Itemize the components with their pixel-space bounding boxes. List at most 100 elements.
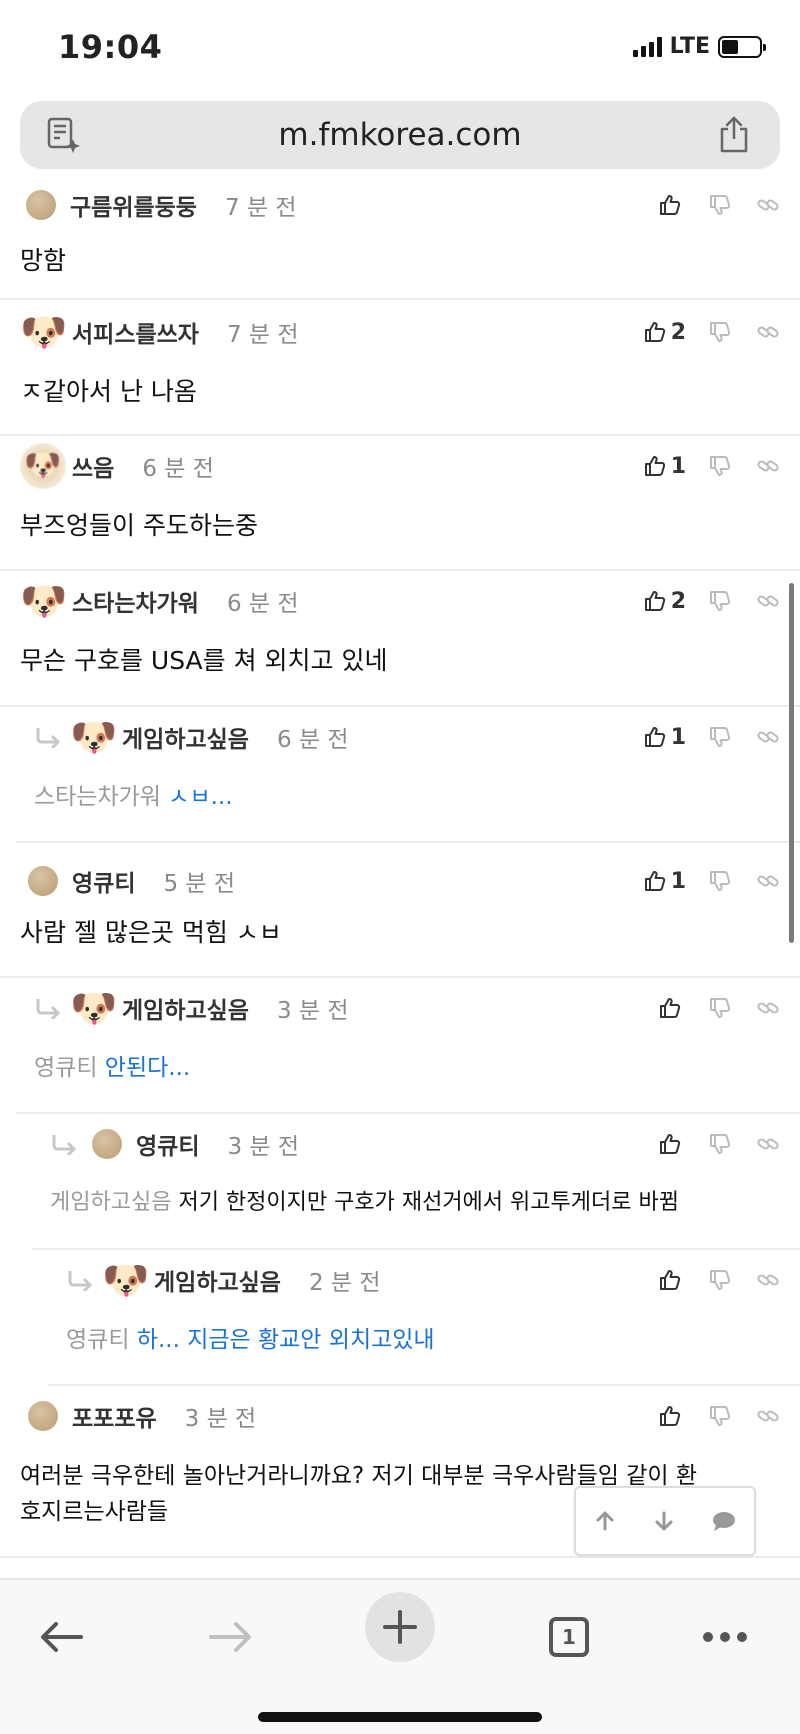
avatar [28,866,58,896]
reply-arrow-icon [36,728,61,748]
like-button[interactable] [658,1132,686,1156]
comment-text: 망함 [20,246,67,275]
link-button[interactable] [756,454,782,478]
comment-header: 🐶 쓰음 6 분 전 [20,443,214,489]
reply-target[interactable]: 게임하고싶음 [50,1190,171,1215]
dislike-button[interactable] [708,193,756,217]
comment-actions [658,988,782,1028]
status-indicators: LTE [632,34,766,59]
comment-time: 6 분 전 [142,456,214,482]
comment-text: 사람 젤 많은곳 먹힘 ㅅㅂ [20,918,282,947]
new-tab-button[interactable] [365,1592,435,1662]
more-button[interactable] [690,1602,760,1672]
thumbs-down-icon [710,871,731,891]
comment-item: 🐶 게임하고싶음 6 분 전 1 스타는차가워 ㅅㅂ... [16,707,800,843]
nickname[interactable]: 서피스를쓰자 [72,315,199,349]
dislike-button[interactable] [708,869,756,893]
reply-target[interactable]: 영큐티 [34,1055,97,1081]
nickname[interactable]: 게임하고싶음 [122,991,249,1025]
reply-target[interactable]: 스타는차가워 [34,784,161,810]
scrollbar[interactable] [789,583,794,943]
reply-arrow-icon [36,999,61,1019]
nickname[interactable]: 게임하고싶음 [122,720,249,754]
address-bar[interactable]: m.fmkorea.com [20,101,780,169]
tabs-button[interactable]: 1 [534,1602,604,1672]
nickname[interactable]: 영큐티 [72,864,135,898]
link-button[interactable] [756,193,782,217]
forward-button[interactable] [196,1602,266,1672]
nickname[interactable]: 스타는차가워 [72,584,199,618]
link-button[interactable] [756,1132,782,1156]
link-button[interactable] [756,725,782,749]
link-icon [757,460,779,472]
link-icon [757,1410,779,1422]
down-arrow-icon[interactable] [652,1509,676,1533]
reply-target[interactable]: 영큐티 [66,1327,129,1353]
comment-time: 6 분 전 [226,591,299,617]
dislike-button[interactable] [708,454,756,478]
link-button[interactable] [756,1404,782,1428]
link-button[interactable] [756,869,782,893]
like-button[interactable] [658,1268,686,1292]
link-button[interactable] [756,1268,782,1292]
comment-link-text[interactable]: ㅅㅂ... [168,784,232,810]
like-button[interactable] [658,996,686,1020]
dislike-button[interactable] [708,725,756,749]
link-button[interactable] [756,320,782,344]
nickname[interactable]: 구름위를둥둥 [70,188,197,222]
comment-text-line1: 여러분 극우한테 놀아난거라니까요? 저기 대부분 극우사람들임 같이 환 [20,1463,698,1489]
comment-icon[interactable] [711,1509,737,1533]
browser-toolbar: 1 [0,1578,800,1734]
like-button[interactable]: 1 [643,454,686,479]
like-button[interactable]: 1 [643,725,686,750]
thumbs-down-icon [710,727,731,747]
comment-link-text[interactable]: 안된다... [105,1055,190,1081]
comment-text: 영큐티 하... 지금은 황교안 외치고있내 [66,1320,435,1354]
thumbs-down-icon [710,998,731,1018]
dislike-button[interactable] [708,996,756,1020]
link-icon [757,731,779,743]
thumbs-down-icon [710,322,731,342]
avatar: 🐶 [20,443,66,489]
nickname[interactable]: 포포포유 [72,1399,157,1433]
comment-actions: 2 [643,581,782,621]
avatar: 🐶 [20,310,68,354]
dislike-button[interactable] [708,1404,756,1428]
thumbs-down-icon [710,1406,731,1426]
comment-item: 🐶 게임하고싶음 3 분 전 영큐티 안된다... [16,978,800,1114]
comment-header: 🐶 스타는차가워 6 분 전 [20,579,299,623]
like-button[interactable]: 2 [643,320,686,345]
dislike-button[interactable] [708,589,756,613]
tabs-icon: 1 [549,1617,589,1657]
like-button[interactable]: 1 [643,869,686,894]
link-button[interactable] [756,589,782,613]
dislike-button[interactable] [708,320,756,344]
comment-text: 영큐티 안된다... [34,1048,190,1082]
like-button[interactable] [658,193,686,217]
comment-time: 7 분 전 [226,322,299,348]
dislike-button[interactable] [708,1132,756,1156]
up-arrow-icon[interactable] [593,1509,617,1533]
link-button[interactable] [756,996,782,1020]
home-indicator [258,1712,542,1722]
comment-item: 영큐티 3 분 전 게임하고싶음 저기 한정이지만 구호가 재선거에서 위고투게… [32,1114,800,1250]
avatar: 🐶 [70,986,118,1030]
comment-actions: 1 [643,717,782,757]
link-icon [757,1138,779,1150]
like-button[interactable] [658,1404,686,1428]
comment-item: 영큐티 5 분 전 1 사람 젤 많은곳 먹힘 ㅅㅂ [0,843,800,978]
dislike-button[interactable] [708,1268,756,1292]
avatar [92,1129,122,1159]
back-button[interactable] [26,1602,96,1672]
comment-time: 2 분 전 [308,1270,381,1296]
like-button[interactable]: 2 [643,589,686,614]
share-icon[interactable] [716,115,752,159]
reply-arrow-icon [52,1135,77,1155]
nickname[interactable]: 쓰음 [72,449,114,483]
thumbs-up-icon [660,1134,681,1154]
comment-link-text[interactable]: 하... 지금은 황교안 외치고있내 [137,1327,435,1353]
thumbs-down-icon [710,1134,731,1154]
nickname[interactable]: 영큐티 [136,1127,199,1161]
nickname[interactable]: 게임하고싶음 [154,1263,281,1297]
back-icon [41,1622,83,1652]
